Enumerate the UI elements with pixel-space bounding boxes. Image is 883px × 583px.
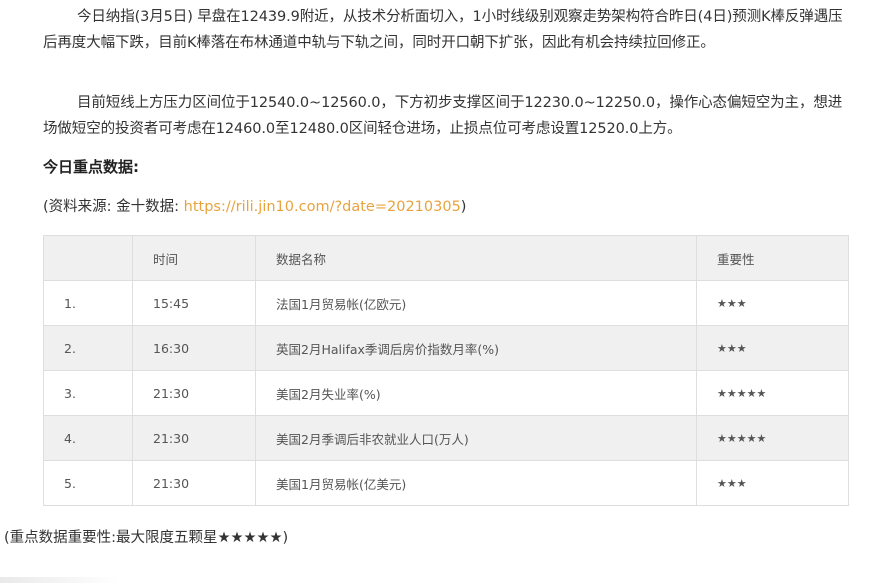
header-importance: 重要性: [696, 235, 849, 281]
key-data-heading: 今日重点数据:: [43, 158, 139, 176]
row-data-name: 法国1月贸易帐(亿欧元): [255, 280, 697, 326]
row-data-name: 美国2月失业率(%): [255, 370, 697, 416]
key-data-table: 时间 数据名称 重要性 1. 15:45 法国1月贸易帐(亿欧元) ★★★ 2.…: [43, 235, 849, 506]
table-row: 5. 21:30 美国1月贸易帐(亿美元) ★★★: [43, 460, 849, 506]
row-time: 21:30: [132, 415, 256, 461]
analysis-paragraph-2: 目前短线上方压力区间位于12540.0~12560.0，下方初步支撑区间于122…: [43, 95, 843, 137]
header-time: 时间: [132, 235, 256, 281]
row-importance-stars: ★★★★★: [696, 415, 849, 461]
data-source-line: (资料来源: 金十数据: https://rili.jin10.com/?dat…: [43, 195, 466, 219]
row-importance-stars: ★★★: [696, 280, 849, 326]
row-time: 21:30: [132, 460, 256, 506]
importance-footnote: (重点数据重要性:最大限度五颗星★★★★★): [4, 530, 289, 546]
analysis-paragraph-1: 今日纳指(3月5日) 早盘在12439.9附近，从技术分析面切入，1小时线级别观…: [43, 9, 843, 51]
row-index: 5.: [43, 460, 133, 506]
table-row: 4. 21:30 美国2月季调后非农就业人口(万人) ★★★★★: [43, 415, 849, 461]
table-row: 1. 15:45 法国1月贸易帐(亿欧元) ★★★: [43, 280, 849, 326]
header-data-name: 数据名称: [255, 235, 697, 281]
row-importance-stars: ★★★: [696, 325, 849, 371]
table-row: 3. 21:30 美国2月失业率(%) ★★★★★: [43, 370, 849, 416]
row-index: 2.: [43, 325, 133, 371]
row-data-name: 英国2月Halifax季调后房价指数月率(%): [255, 325, 697, 371]
row-importance-stars: ★★★★★: [696, 370, 849, 416]
row-importance-stars: ★★★: [696, 460, 849, 506]
source-link[interactable]: https://rili.jin10.com/?date=20210305: [184, 199, 461, 215]
row-index: 1.: [43, 280, 133, 326]
row-index: 3.: [43, 370, 133, 416]
source-suffix: ): [460, 199, 467, 215]
row-time: 15:45: [132, 280, 256, 326]
row-data-name: 美国1月贸易帐(亿美元): [255, 460, 697, 506]
header-index: [43, 235, 133, 281]
table-row: 2. 16:30 英国2月Halifax季调后房价指数月率(%) ★★★: [43, 325, 849, 371]
source-prefix: (资料来源: 金十数据:: [43, 199, 184, 215]
row-data-name: 美国2月季调后非农就业人口(万人): [255, 415, 697, 461]
row-time: 21:30: [132, 370, 256, 416]
row-index: 4.: [43, 415, 133, 461]
row-time: 16:30: [132, 325, 256, 371]
bottom-edge-shadow: [0, 577, 120, 583]
table-header-row: 时间 数据名称 重要性: [43, 235, 849, 281]
